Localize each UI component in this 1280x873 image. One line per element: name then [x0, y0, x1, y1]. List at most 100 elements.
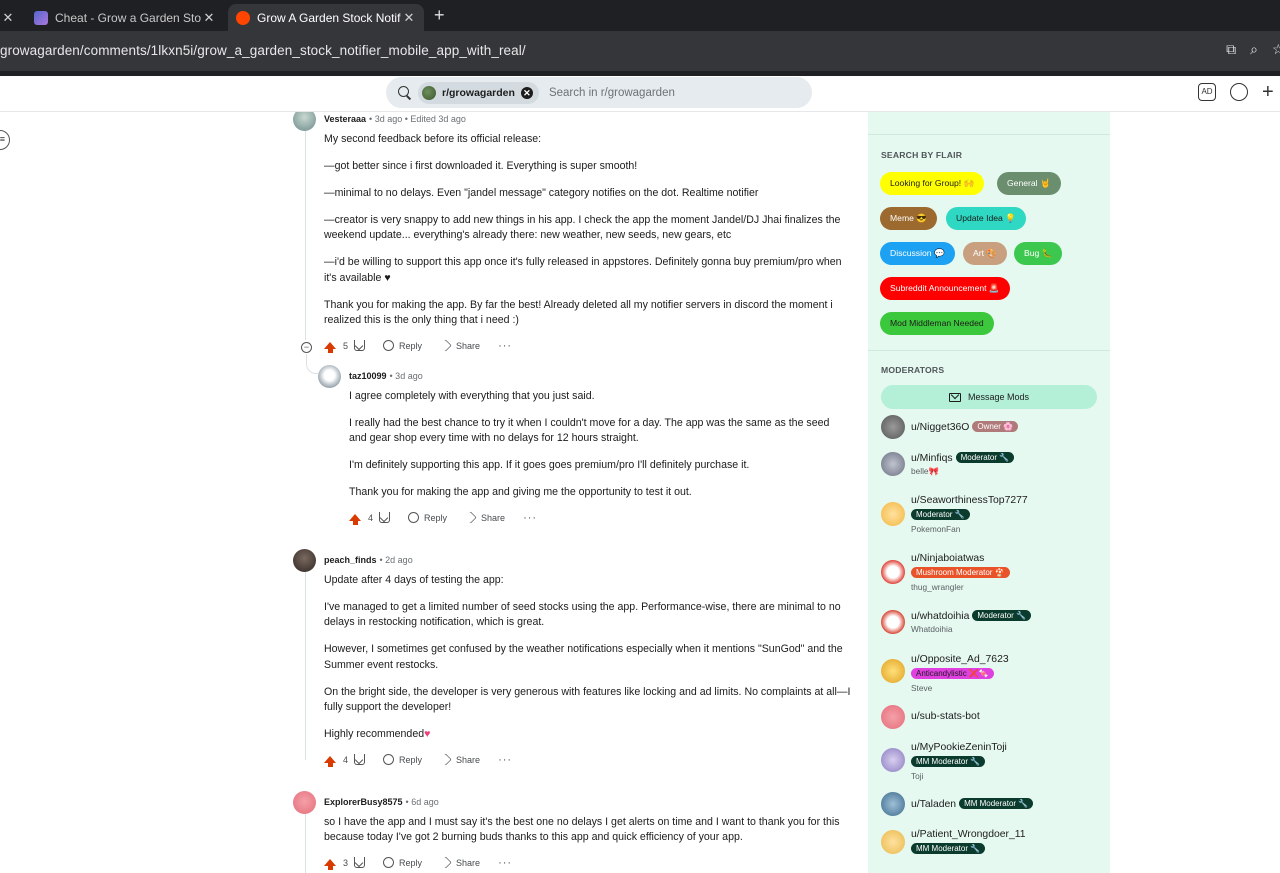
flair-general[interactable]: General 🤘: [997, 172, 1061, 195]
downvote-icon[interactable]: [354, 340, 366, 352]
avatar: [881, 452, 905, 476]
upvote-icon[interactable]: [324, 342, 336, 354]
share-button[interactable]: Share: [464, 511, 506, 525]
flair-meme[interactable]: Meme 😎: [880, 207, 937, 230]
address-bar: growagarden/comments/1lkxn5i/grow_a_gard…: [0, 31, 1280, 71]
more-options-button[interactable]: ···: [498, 857, 512, 869]
chat-icon[interactable]: [1230, 83, 1248, 101]
comment-author[interactable]: Vesteraaa: [324, 114, 366, 124]
close-icon[interactable]: ✕: [520, 86, 533, 99]
comment: Vesteraaa • 3d ago • Edited 3d ago My se…: [293, 112, 853, 357]
moderator-flair: Moderator 🔧: [972, 610, 1032, 621]
moderator-name[interactable]: u/Minfiqs Moderator 🔧: [911, 452, 1015, 464]
moderator-name[interactable]: u/Ninjaboiatwas: [911, 553, 984, 564]
comment-paragraph: Thank you for making the app. By far the…: [324, 298, 833, 327]
upvote-icon[interactable]: [324, 756, 336, 768]
moderator-flair-row: MM Moderator 🔧: [911, 756, 986, 768]
install-app-icon[interactable]: ⧉: [1226, 41, 1236, 58]
search-input[interactable]: Search in r/growagarden: [549, 87, 675, 99]
moderator-name[interactable]: u/Patient_Wrongdoer_11: [911, 829, 1026, 840]
close-icon[interactable]: ✕: [0, 10, 16, 26]
moderator-name[interactable]: u/sub-stats-bot: [911, 711, 980, 722]
share-button[interactable]: Share: [439, 339, 480, 352]
comments-section: − Vesteraaa • 3d ago • Edited 3d ago My …: [0, 112, 868, 873]
avatar[interactable]: [293, 112, 316, 131]
comment-header: Vesteraaa • 3d ago • Edited 3d ago: [293, 112, 853, 131]
tab-partial[interactable]: ✕: [0, 4, 18, 31]
reply-icon: [383, 857, 395, 869]
subreddit-sidebar: SEARCH BY FLAIR Looking for Group! 🙌 Gen…: [868, 112, 1110, 873]
reddit-header: r/growagarden ✕ Search in r/growagarden …: [0, 76, 1280, 112]
flair-discussion[interactable]: Discussion 💬: [880, 242, 955, 265]
flair-bug[interactable]: Bug 🐛: [1014, 242, 1063, 265]
zoom-icon[interactable]: ⌕: [1250, 41, 1258, 58]
flair-update-idea[interactable]: Update Idea 💡: [946, 207, 1026, 230]
avatar[interactable]: [293, 548, 316, 572]
avatar[interactable]: [318, 364, 341, 388]
tab-cheat[interactable]: Cheat - Grow a Garden Stock N ✕: [30, 4, 220, 31]
reply-button[interactable]: Reply: [383, 857, 422, 869]
search-icon: [398, 85, 412, 100]
new-tab-button[interactable]: +: [434, 5, 445, 26]
more-options-button[interactable]: ···: [523, 512, 537, 524]
moderator-username: u/Taladen: [911, 799, 957, 810]
moderator-name[interactable]: u/Nigget36O Owner 🌸: [911, 421, 1019, 433]
downvote-icon[interactable]: [379, 512, 391, 524]
share-button[interactable]: Share: [439, 856, 480, 870]
comment-body: Update after 4 days of testing the app: …: [324, 573, 853, 743]
share-label: Share: [481, 512, 506, 523]
close-icon[interactable]: ✕: [401, 10, 417, 26]
flair-subreddit-announcement[interactable]: Subreddit Announcement 🚨: [880, 277, 1010, 300]
thread-branch: [306, 354, 318, 374]
close-icon[interactable]: ✕: [201, 10, 217, 26]
downvote-icon[interactable]: [354, 857, 366, 869]
comment-author[interactable]: taz10099: [349, 371, 387, 381]
moderator-flair: MM Moderator 🔧: [911, 756, 986, 767]
comment-reply: taz10099 • 3d ago I agree completely wit…: [318, 364, 848, 529]
comment-meta: • 3d ago: [389, 371, 423, 381]
avatar: [881, 830, 905, 854]
reply-button[interactable]: Reply: [408, 512, 447, 524]
avatar: [881, 792, 905, 816]
downvote-icon[interactable]: [354, 754, 366, 766]
flair-art[interactable]: Art 🎨: [963, 242, 1008, 265]
moderator-name[interactable]: u/Taladen MM Moderator 🔧: [911, 798, 1034, 810]
url-text[interactable]: growagarden/comments/1lkxn5i/grow_a_gard…: [0, 43, 526, 58]
subreddit-avatar: [422, 85, 436, 100]
create-post-icon[interactable]: +: [1262, 82, 1280, 102]
message-mods-label: Message Mods: [967, 392, 1030, 402]
more-options-button[interactable]: ···: [498, 340, 512, 352]
subreddit-filter-chip[interactable]: r/growagarden ✕: [418, 81, 539, 104]
divider: [868, 350, 1110, 351]
comment-author[interactable]: peach_finds: [324, 555, 377, 565]
divider: [868, 134, 1110, 135]
moderator-subtitle: thug_wrangler: [911, 582, 964, 592]
reply-button[interactable]: Reply: [383, 340, 422, 352]
search-bar[interactable]: r/growagarden ✕ Search in r/growagarden: [386, 77, 812, 108]
comment-body: My second feedback before its official r…: [324, 132, 853, 329]
avatar[interactable]: [293, 790, 316, 814]
shield-icon: [34, 10, 48, 25]
flair-mod-middleman-needed[interactable]: Mod Middleman Needed: [880, 312, 994, 335]
comment-author[interactable]: ExplorerBusy8575: [324, 797, 403, 807]
upvote-icon[interactable]: [324, 859, 336, 871]
moderator-name[interactable]: u/Opposite_Ad_7623: [911, 654, 1009, 665]
flair-looking-for-group[interactable]: Looking for Group! 🙌: [880, 172, 985, 195]
avatar: [881, 415, 905, 439]
tab-reddit-active[interactable]: Grow A Garden Stock Notifier M ✕: [228, 4, 424, 31]
avatar: [881, 705, 905, 729]
moderator-name[interactable]: u/whatdoihia Moderator 🔧: [911, 610, 1032, 622]
comment-meta: • 2d ago: [379, 555, 413, 565]
advertise-icon[interactable]: AD: [1198, 83, 1216, 101]
upvote-icon[interactable]: [349, 514, 361, 526]
moderator-name[interactable]: u/MyPookieZeninToji: [911, 742, 1007, 753]
more-options-button[interactable]: ···: [498, 754, 512, 766]
vote-count: 5: [343, 340, 349, 351]
moderator-name[interactable]: u/SeaworthinessTop7277: [911, 495, 1028, 506]
heart-icon: ♥: [424, 728, 431, 741]
reply-button[interactable]: Reply: [383, 754, 422, 766]
comment-meta: • 6d ago: [405, 797, 439, 807]
message-mods-button[interactable]: Message Mods: [881, 385, 1097, 409]
share-button[interactable]: Share: [439, 753, 480, 766]
bookmark-star-icon[interactable]: ☆: [1272, 41, 1280, 58]
